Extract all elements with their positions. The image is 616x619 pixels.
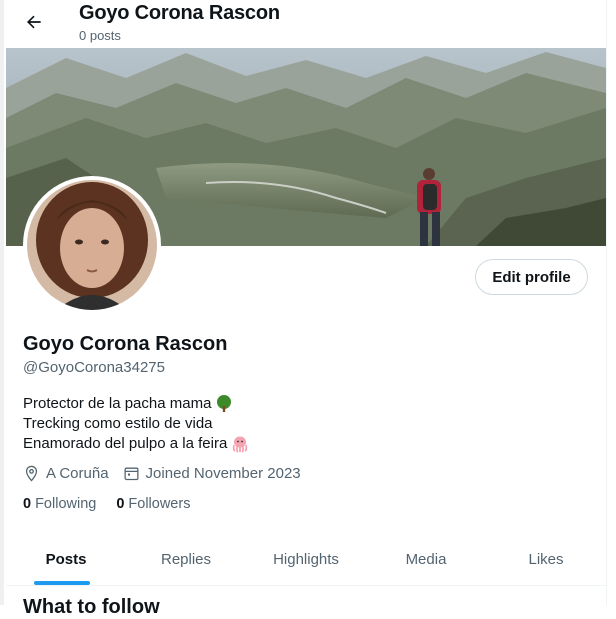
- tab-label: Likes: [528, 550, 564, 568]
- profile-header: Goyo Corona Rascon 0 posts: [6, 0, 606, 48]
- location-item: A Coruña: [23, 465, 109, 482]
- display-name: Goyo Corona Rascon: [23, 333, 228, 355]
- active-tab-indicator: [34, 581, 90, 585]
- octopus-icon: [233, 436, 248, 453]
- right-divider: [606, 0, 607, 605]
- profile-avatar[interactable]: [23, 176, 161, 314]
- joined-item: Joined November 2023: [123, 465, 301, 482]
- bio-text: Trecking como estilo de vida: [23, 415, 213, 432]
- bio-line: Trecking como estilo de vida: [23, 414, 249, 434]
- avatar-photo: [27, 180, 157, 310]
- tab-label: Posts: [45, 550, 87, 568]
- location-pin-icon: [25, 465, 38, 482]
- user-handle: @GoyoCorona34275: [23, 359, 165, 376]
- profile-bio: Protector de la pacha mama Trecking como…: [23, 394, 249, 454]
- what-to-follow-heading: What to follow: [23, 596, 160, 618]
- profile-meta: A Coruña Joined November 2023: [23, 465, 315, 482]
- tab-replies[interactable]: Replies: [126, 533, 246, 585]
- tab-media[interactable]: Media: [366, 533, 486, 585]
- bio-line: Enamorado del pulpo a la feira: [23, 434, 249, 454]
- followers-label: Followers: [128, 496, 191, 512]
- edit-profile-button[interactable]: Edit profile: [475, 259, 588, 295]
- bio-text: Protector de la pacha mama: [23, 395, 212, 412]
- tree-icon: [217, 395, 232, 412]
- arrow-left-icon: [27, 15, 41, 29]
- tab-highlights[interactable]: Highlights: [246, 533, 366, 585]
- back-button[interactable]: [20, 8, 48, 36]
- left-divider: [0, 0, 4, 605]
- post-count: 0 posts: [79, 28, 121, 43]
- header-title: Goyo Corona Rascon: [79, 2, 280, 24]
- profile-tabs: Posts Replies Highlights Media Likes: [6, 533, 606, 586]
- following-count: 0: [23, 496, 32, 512]
- tab-posts[interactable]: Posts: [6, 533, 126, 585]
- followers-link[interactable]: 0 Followers: [116, 496, 190, 512]
- bio-line: Protector de la pacha mama: [23, 394, 249, 414]
- following-label: Following: [35, 496, 97, 512]
- location-text: A Coruña: [46, 465, 109, 482]
- following-link[interactable]: 0 Following: [23, 496, 96, 512]
- tab-likes[interactable]: Likes: [486, 533, 606, 585]
- tab-label: Media: [405, 550, 447, 568]
- tab-label: Replies: [160, 550, 212, 568]
- tab-label: Highlights: [273, 550, 339, 568]
- calendar-icon: [124, 467, 139, 481]
- joined-text: Joined November 2023: [145, 465, 301, 482]
- bio-text: Enamorado del pulpo a la feira: [23, 435, 228, 452]
- follow-stats: 0 Following 0 Followers: [23, 496, 210, 512]
- followers-count: 0: [116, 496, 125, 512]
